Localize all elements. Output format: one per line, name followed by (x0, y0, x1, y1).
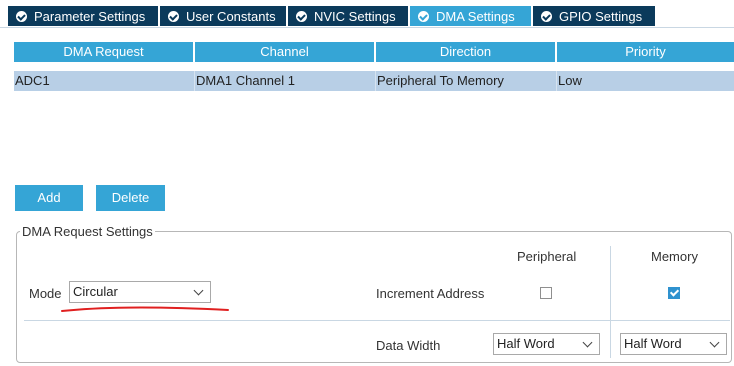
mode-label: Mode (29, 286, 62, 301)
column-divider (610, 246, 611, 358)
check-circle-icon (541, 10, 552, 22)
check-circle-icon (168, 10, 179, 22)
mode-select[interactable]: Circular (69, 281, 211, 303)
increment-address-label: Increment Address (376, 286, 485, 301)
tab-label: NVIC Settings (314, 8, 396, 24)
chevron-down-icon (193, 285, 204, 296)
data-width-label: Data Width (376, 338, 441, 353)
check-circle-icon (296, 10, 307, 22)
red-underline-annotation (61, 306, 229, 312)
tab-nvic-settings[interactable]: NVIC Settings (288, 6, 409, 26)
check-circle-icon (418, 10, 429, 22)
column-header-priority[interactable]: Priority (557, 42, 734, 62)
memory-data-width-select[interactable]: Half Word (620, 333, 727, 355)
tab-gpio-settings[interactable]: GPIO Settings (533, 6, 656, 26)
group-legend: DMA Request Settings (20, 224, 155, 239)
memory-increment-checkbox[interactable] (668, 287, 680, 299)
cell-dma-request: ADC1 (14, 71, 195, 91)
delete-button[interactable]: Delete (96, 185, 165, 211)
memory-column-header: Memory (651, 249, 698, 264)
cell-channel: DMA1 Channel 1 (195, 71, 376, 91)
memory-data-width-value: Half Word (624, 336, 682, 351)
column-header-direction[interactable]: Direction (376, 42, 557, 62)
check-circle-icon (16, 10, 27, 22)
chevron-down-icon (709, 337, 720, 348)
tab-label: DMA Settings (436, 8, 515, 24)
row-divider (24, 320, 730, 321)
column-header-channel[interactable]: Channel (195, 42, 376, 62)
peripheral-data-width-value: Half Word (497, 336, 555, 351)
dma-table-header: DMA Request Channel Direction Priority (14, 42, 734, 62)
table-row[interactable]: ADC1 DMA1 Channel 1 Peripheral To Memory… (14, 71, 734, 91)
tab-label: Parameter Settings (34, 8, 146, 24)
peripheral-column-header: Peripheral (517, 249, 577, 264)
cell-direction: Peripheral To Memory (376, 71, 557, 91)
tab-label: GPIO Settings (559, 8, 643, 24)
peripheral-increment-checkbox[interactable] (540, 287, 552, 299)
settings-tab-bar: Parameter Settings User Constants NVIC S… (0, 0, 734, 28)
peripheral-data-width-select[interactable]: Half Word (493, 333, 600, 355)
cell-priority: Low (558, 73, 582, 88)
tab-label: User Constants (186, 8, 276, 24)
column-header-dma-request[interactable]: DMA Request (14, 42, 195, 62)
add-button[interactable]: Add (15, 185, 83, 211)
chevron-down-icon (582, 337, 593, 348)
mode-value: Circular (73, 284, 118, 299)
tab-parameter-settings[interactable]: Parameter Settings (8, 6, 159, 26)
tab-dma-settings[interactable]: DMA Settings (410, 6, 532, 26)
tab-user-constants[interactable]: User Constants (160, 6, 287, 26)
